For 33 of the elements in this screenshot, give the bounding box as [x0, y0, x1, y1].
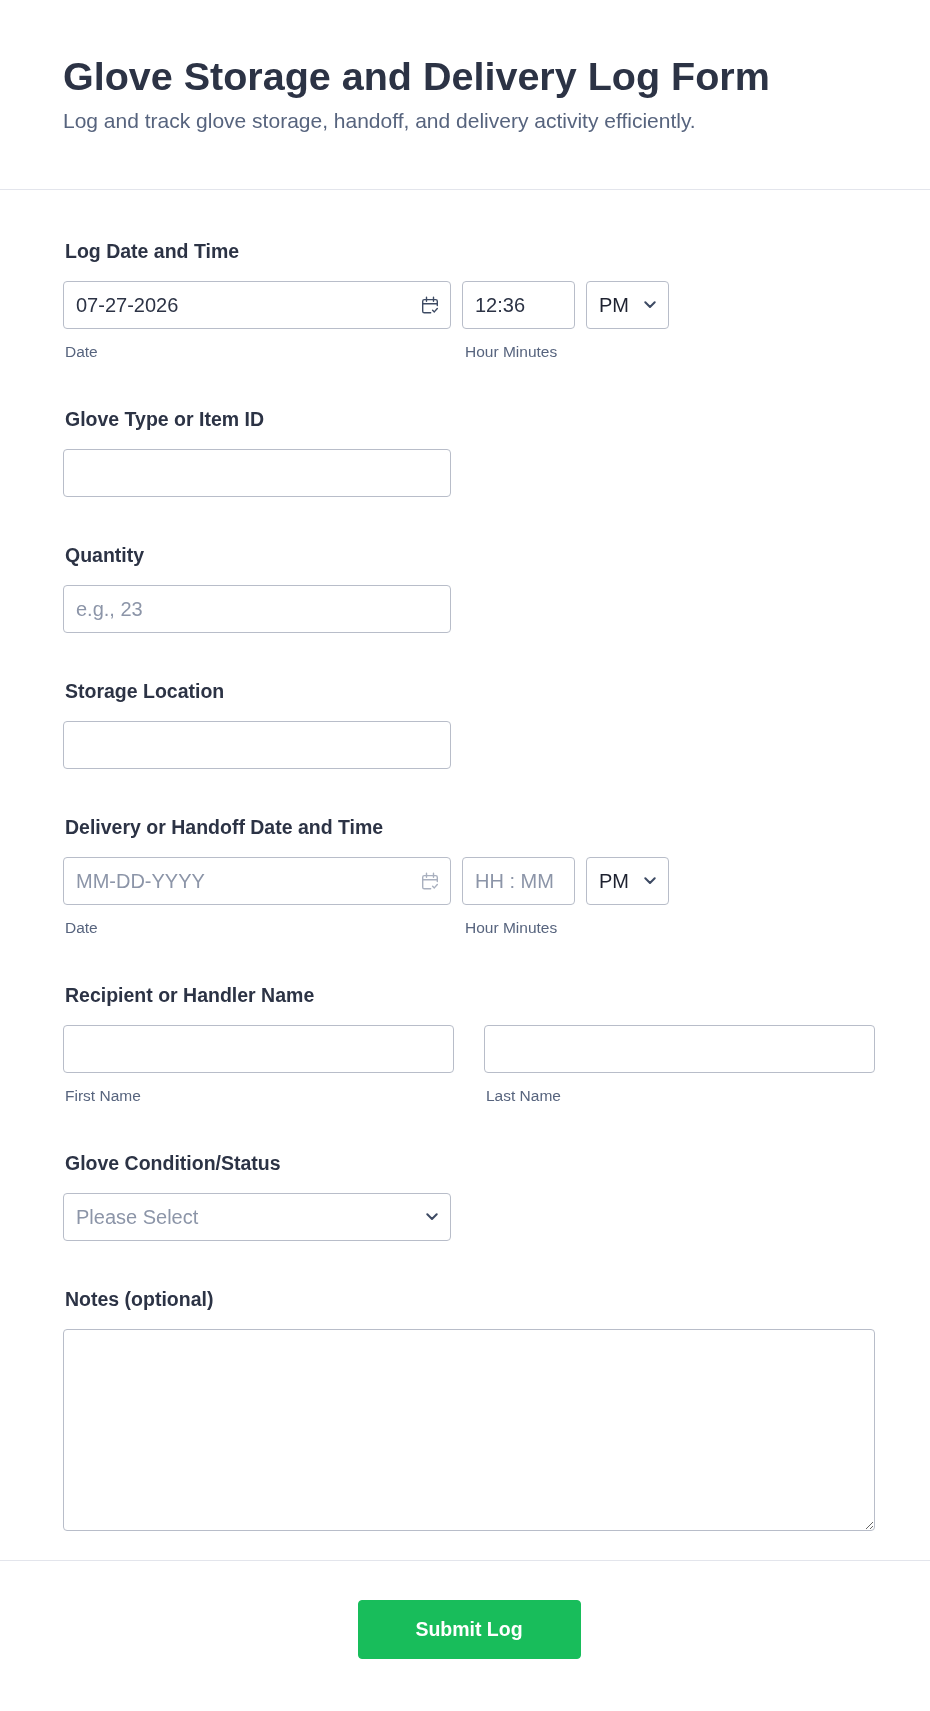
field-label: Delivery or Handoff Date and Time: [65, 815, 384, 839]
calendar-icon: [421, 296, 439, 314]
time-field[interactable]: HH : MM: [462, 857, 575, 905]
date-field[interactable]: MM-DD-YYYY: [63, 857, 451, 905]
field-label: Log Date and Time: [65, 239, 240, 263]
field-label: Quantity: [65, 543, 145, 567]
am-pm-dropdown[interactable]: PM: [586, 857, 669, 905]
form-subtitle: Log and track glove storage, handoff, and delivery activity efficiently.: [63, 108, 696, 134]
field-label: Glove Condition/Status: [65, 1151, 281, 1175]
text-field[interactable]: e.g., 23: [63, 585, 451, 633]
field-caption: First Name: [65, 1087, 141, 1104]
field-label: Recipient or Handler Name: [65, 983, 315, 1007]
calendar-icon: [421, 872, 439, 890]
am-pm-dropdown[interactable]: PM: [586, 281, 669, 329]
last-name-field[interactable]: [484, 1025, 875, 1073]
field-caption: Hour Minutes: [465, 919, 558, 936]
field-caption: Hour Minutes: [465, 343, 558, 360]
field-label: Storage Location: [65, 679, 225, 703]
field-caption: Date: [65, 343, 98, 360]
date-field[interactable]: 07-27-2026: [63, 281, 451, 329]
field-label: Glove Type or Item ID: [65, 407, 265, 431]
time-field[interactable]: 12:36: [462, 281, 575, 329]
first-name-field[interactable]: [63, 1025, 454, 1073]
chevron-down-icon: [644, 877, 656, 885]
field-label: Notes (optional): [65, 1287, 214, 1311]
text-field[interactable]: [63, 449, 451, 497]
field-caption: Last Name: [486, 1087, 561, 1104]
text-field[interactable]: [63, 721, 451, 769]
chevron-down-icon: [426, 1213, 438, 1221]
field-caption: Date: [65, 919, 98, 936]
chevron-down-icon: [644, 301, 656, 309]
notes-field[interactable]: [63, 1329, 875, 1531]
form-title: Glove Storage and Delivery Log Form: [63, 53, 770, 100]
